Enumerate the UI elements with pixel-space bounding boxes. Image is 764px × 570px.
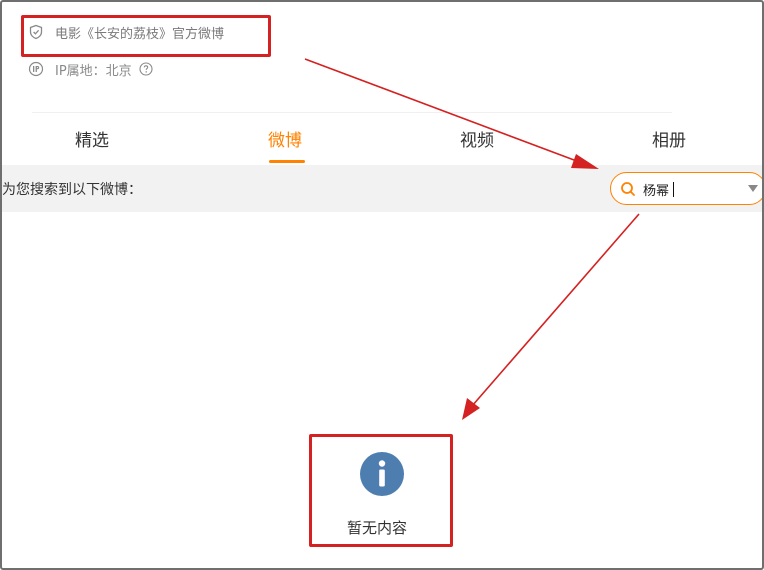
tab-bar: 精选 微博 视频 相册	[2, 114, 762, 164]
search-result-bar: 为您搜索到以下微博：	[2, 165, 762, 212]
annotation-box-verification	[21, 15, 271, 57]
search-box[interactable]	[610, 172, 762, 205]
text-cursor	[673, 182, 674, 197]
arrow-head-to-empty	[462, 398, 480, 420]
tab-weibo[interactable]: 微博	[268, 126, 302, 151]
search-result-hint: 为您搜索到以下微博：	[2, 182, 142, 198]
caret-down-icon[interactable]	[748, 185, 758, 193]
tab-featured[interactable]: 精选	[75, 126, 109, 151]
tab-album[interactable]: 相册	[652, 126, 686, 151]
arrow-line-to-empty	[471, 213, 640, 407]
question-circle-icon[interactable]	[139, 62, 153, 76]
divider	[32, 112, 672, 113]
ip-location-text: IP属地：北京	[55, 63, 132, 79]
active-tab-indicator	[269, 160, 305, 163]
tab-video[interactable]: 视频	[460, 126, 494, 151]
screenshot-frame: 电影《长安的荔枝》官方微博 IP属地：北京 精选 微博 视频 相册 为您搜索到以…	[0, 0, 764, 570]
ip-location-icon	[28, 61, 44, 77]
search-icon[interactable]	[620, 181, 636, 197]
annotation-box-empty-state	[309, 434, 453, 547]
ip-location-row: IP属地：北京	[28, 59, 153, 79]
search-input[interactable]	[643, 178, 743, 200]
